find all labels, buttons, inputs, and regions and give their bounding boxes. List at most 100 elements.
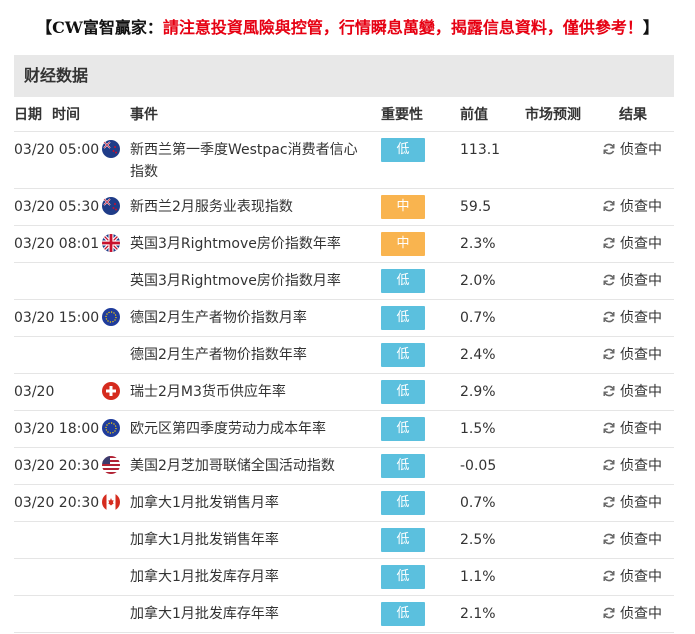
table-row: 03/20 18:00 欧元区第四季度劳动力成本年率低 1.5% 侦查中 (14, 411, 674, 448)
column-date: 日期 (14, 107, 42, 123)
column-result: 结果 (619, 107, 647, 123)
table-row: 加拿大1月批发库存年率低 2.1% 侦查中 (14, 596, 674, 633)
event-name[interactable]: 加拿大1月批发库存年率 (130, 603, 362, 625)
importance-badge: 低 (381, 491, 425, 515)
column-importance: 重要性 (381, 107, 423, 123)
result-status: 侦查中 (602, 196, 662, 218)
result-label: 侦查中 (620, 273, 662, 289)
table-row: 加拿大1月批发销售年率低 2.5% 侦查中 (14, 522, 674, 559)
previous-value: -0.05 (460, 458, 497, 474)
banner-warning: 請注意投資風險與控管，行情瞬息萬變，揭露信息資料，僅供參考！ (162, 18, 643, 37)
event-name[interactable]: 加拿大1月批发销售月率 (130, 492, 362, 514)
result-label: 侦查中 (620, 606, 662, 622)
table-row: 03/20 05:00 新西兰第一季度Westpac消费者信心指数低 113.1 侦查… (14, 132, 674, 189)
result-label: 侦查中 (620, 569, 662, 585)
column-previous: 前值 (460, 107, 488, 123)
result-label: 侦查中 (620, 384, 662, 400)
ch-flag-icon (102, 382, 120, 400)
refresh-icon (603, 274, 615, 286)
importance-badge: 低 (381, 565, 425, 589)
table-row: 加拿大1月批发库存月率低 1.1% 侦查中 (14, 559, 674, 596)
disclaimer-banner: 【CW富智贏家：請注意投資風險與控管，行情瞬息萬變，揭露信息資料，僅供參考！】 (0, 12, 695, 44)
importance-badge: 中 (381, 195, 425, 219)
event-name[interactable]: 欧元区第四季度劳动力成本年率 (130, 418, 362, 440)
importance-badge: 中 (381, 232, 425, 256)
refresh-icon (603, 459, 615, 471)
importance-badge: 低 (381, 269, 425, 293)
table-header: 日期 时间 事件 重要性 前值 市场预测 结果 (14, 98, 674, 132)
table-row: 英国3月Rightmove房价指数月率低 2.0% 侦查中 (14, 263, 674, 300)
event-name[interactable]: 英国3月Rightmove房价指数月率 (130, 270, 362, 292)
refresh-icon (603, 348, 615, 360)
result-label: 侦查中 (620, 495, 662, 511)
result-status: 侦查中 (602, 381, 662, 403)
column-time: 时间 (52, 107, 80, 123)
result-label: 侦查中 (620, 421, 662, 437)
result-label: 侦查中 (620, 458, 662, 474)
event-time: 03/20 05:00 (14, 142, 100, 158)
table-row: 03/20 08:01 英国3月Rightmove房价指数年率中 2.3% 侦查中 (14, 226, 674, 263)
previous-value: 2.0% (460, 273, 496, 289)
refresh-icon (603, 385, 615, 397)
event-name[interactable]: 英国3月Rightmove房价指数年率 (130, 233, 362, 255)
event-time: 03/20 20:30 (14, 495, 100, 511)
result-label: 侦查中 (620, 236, 662, 252)
importance-badge: 低 (381, 602, 425, 626)
previous-value: 2.5% (460, 532, 496, 548)
ca-flag-icon (102, 493, 120, 511)
event-name[interactable]: 加拿大1月批发销售年率 (130, 529, 362, 551)
previous-value: 1.5% (460, 421, 496, 437)
refresh-icon (603, 533, 615, 545)
refresh-icon (603, 422, 615, 434)
nz-flag-icon (102, 140, 120, 158)
importance-badge: 低 (381, 417, 425, 441)
banner-brand: CW富智贏家： (52, 18, 163, 37)
result-status: 侦查中 (602, 603, 662, 625)
event-name[interactable]: 德国2月生产者物价指数月率 (130, 307, 362, 329)
importance-badge: 低 (381, 380, 425, 404)
result-label: 侦查中 (620, 310, 662, 326)
event-name[interactable]: 德国2月生产者物价指数年率 (130, 344, 362, 366)
previous-value: 1.1% (460, 569, 496, 585)
result-status: 侦查中 (602, 455, 662, 477)
result-status: 侦查中 (602, 566, 662, 588)
result-label: 侦查中 (620, 199, 662, 215)
previous-value: 113.1 (460, 142, 501, 158)
column-event: 事件 (130, 107, 158, 123)
nz-flag-icon (102, 197, 120, 215)
table-row: 03/20 20:30 美国2月芝加哥联储全国活动指数低 -0.05 侦查中 (14, 448, 674, 485)
event-time: 03/20 18:00 (14, 421, 100, 437)
us-flag-icon (102, 456, 120, 474)
result-status: 侦查中 (602, 529, 662, 551)
table-row: 03/20 20:30 加拿大1月批发销售月率低 0.7% 侦查中 (14, 485, 674, 522)
result-status: 侦查中 (602, 139, 662, 161)
eu-flag-icon (102, 308, 120, 326)
event-time: 03/20 (14, 384, 55, 400)
table-row: 03/20 05:30 新西兰2月服务业表现指数中 59.5 侦查中 (14, 189, 674, 226)
previous-value: 2.4% (460, 347, 496, 363)
eu-flag-icon (102, 419, 120, 437)
refresh-icon (603, 143, 615, 155)
result-status: 侦查中 (602, 270, 662, 292)
table-row: 德国2月生产者物价指数年率低 2.4% 侦查中 (14, 337, 674, 374)
result-label: 侦查中 (620, 347, 662, 363)
section-title: 财经数据 (14, 55, 674, 97)
previous-value: 2.1% (460, 606, 496, 622)
event-name[interactable]: 新西兰2月服务业表现指数 (130, 196, 362, 218)
result-status: 侦查中 (602, 233, 662, 255)
uk-flag-icon (102, 234, 120, 252)
previous-value: 2.3% (460, 236, 496, 252)
result-status: 侦查中 (602, 344, 662, 366)
refresh-icon (603, 200, 615, 212)
banner-open-bracket: 【 (36, 18, 53, 37)
result-status: 侦查中 (602, 418, 662, 440)
event-name[interactable]: 瑞士2月M3货币供应年率 (130, 381, 362, 403)
refresh-icon (603, 607, 615, 619)
event-name[interactable]: 加拿大1月批发库存月率 (130, 566, 362, 588)
importance-badge: 低 (381, 343, 425, 367)
column-forecast: 市场预测 (525, 107, 581, 123)
event-name[interactable]: 新西兰第一季度Westpac消费者信心指数 (130, 139, 362, 183)
event-name[interactable]: 美国2月芝加哥联储全国活动指数 (130, 455, 362, 477)
event-time: 03/20 20:30 (14, 458, 100, 474)
refresh-icon (603, 311, 615, 323)
